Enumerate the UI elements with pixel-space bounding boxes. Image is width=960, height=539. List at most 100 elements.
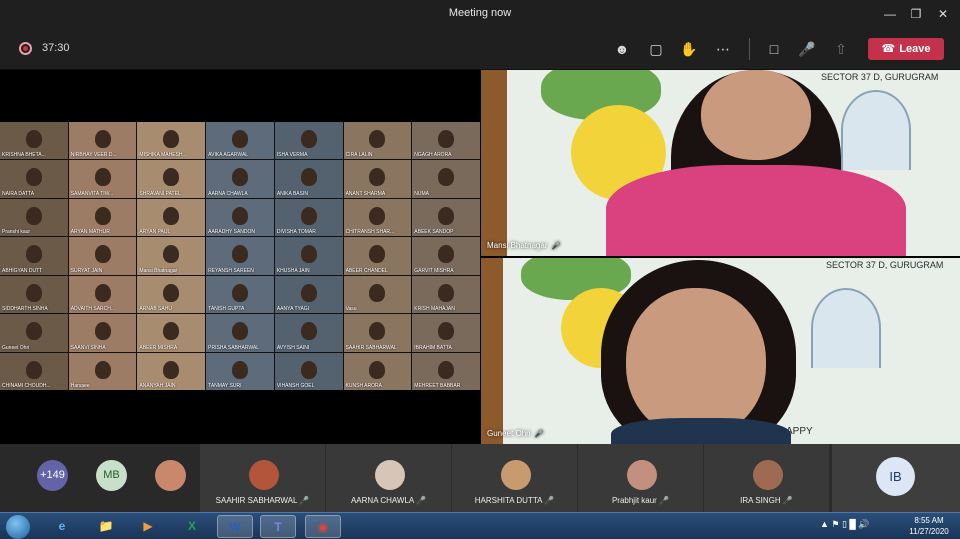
- gallery-tile: Vasu: [343, 275, 412, 314]
- participant-head: [94, 360, 111, 379]
- gallery-tile-name: REYANSH SAREEN: [208, 267, 254, 274]
- share-screen-icon[interactable]: ⇧: [832, 40, 850, 58]
- excel-icon[interactable]: X: [174, 515, 210, 538]
- participant-head: [25, 206, 42, 225]
- minimize-icon[interactable]: —: [882, 6, 898, 22]
- participant-head: [438, 283, 455, 302]
- gallery-tile: ABHIGYAN DUTT: [0, 237, 68, 275]
- participant-head: [369, 130, 386, 148]
- participant-head: [25, 130, 42, 148]
- gallery-tile: SAMANVITA TIW...: [68, 160, 137, 198]
- participant-head: [438, 206, 455, 225]
- gallery-tile-name: ABEER MISHRA: [139, 344, 178, 351]
- gallery-tile-name: ADVAITH SARCH...: [70, 306, 116, 313]
- dome-art: [811, 288, 881, 368]
- participant-head: [438, 245, 455, 264]
- participant-head: [94, 245, 111, 264]
- gallery-tile: MEHREET BABBAR: [412, 352, 480, 390]
- participant-overflow-area: +149 MB: [0, 444, 200, 512]
- participant-card[interactable]: HARSHITA DUTTA 🎤: [452, 444, 578, 512]
- participant-head: [94, 283, 111, 302]
- gallery-tile-name: SHRAVANI PATEL: [139, 190, 181, 197]
- tree-trunk: [481, 258, 503, 444]
- gallery-tile-name: KRISHNA BHETA...: [2, 152, 46, 159]
- gallery-tile-name: ABEER CHANDEL: [345, 267, 388, 274]
- gallery-tile: MISHIKA MAHESH...: [137, 122, 206, 160]
- avatar: [501, 460, 531, 490]
- chrome-icon[interactable]: ◉: [305, 515, 341, 538]
- participant-card[interactable]: Prabhjit kaur 🎤: [578, 444, 704, 512]
- video-tile-bottom[interactable]: SECTOR 37 D, GURUGRAM APPY Guneet Ohri 🎤: [481, 258, 960, 444]
- participant-head: [369, 322, 386, 341]
- mic-off-icon[interactable]: 🎤: [798, 40, 816, 58]
- window-title: Meeting now: [448, 7, 512, 19]
- leave-label: Leave: [899, 43, 931, 55]
- gallery-tile: ARYAN MATHUR: [68, 198, 137, 237]
- gallery-tile-name: PRISHA SABHARWAL: [208, 344, 259, 351]
- participant-head: [163, 168, 180, 187]
- toolbar-divider: [749, 38, 750, 60]
- recording-icon: [19, 42, 32, 55]
- mic-muted-icon: 🎤: [534, 431, 544, 438]
- participant-head: [25, 283, 42, 302]
- gallery-tile-name: MEHREET BABBAR: [414, 382, 461, 389]
- participant-head: [163, 283, 180, 302]
- participant-head: [163, 322, 180, 341]
- gallery-tile: GARVIT MISHRA: [412, 237, 480, 275]
- restore-icon[interactable]: ❐: [908, 6, 924, 22]
- media-player-icon[interactable]: ▶: [130, 515, 166, 538]
- participant-card[interactable]: AARNA CHAWLA 🎤: [326, 444, 452, 512]
- gallery-tile: Guneet Ohri: [0, 314, 68, 352]
- gallery-tile-name: VIHANSH GOEL: [276, 382, 315, 389]
- gallery-tile: AVYISH SAINI: [274, 314, 343, 352]
- dome-art: [841, 90, 911, 170]
- start-button[interactable]: [6, 515, 30, 539]
- gallery-tile-name: AARNA CHAWLA: [208, 190, 248, 197]
- participant-avatar[interactable]: MB: [96, 460, 127, 491]
- chat-icon[interactable]: ▢: [647, 40, 665, 58]
- more-actions-icon[interactable]: ⋯: [714, 40, 732, 58]
- gallery-tile: SHRAVANI PATEL: [137, 160, 206, 198]
- gallery-tile: SAANVI SINHA: [68, 314, 137, 352]
- participant-name: Prabhjit kaur 🎤: [611, 496, 670, 505]
- participant-card[interactable]: IRA SINGH 🎤: [704, 444, 830, 512]
- location-caption: SECTOR 37 D, GURUGRAM: [826, 260, 944, 270]
- close-icon[interactable]: ✕: [935, 6, 951, 22]
- video-tile-top[interactable]: SECTOR 37 D, GURUGRAM Mansi Bhatnagar 🎤: [481, 70, 960, 256]
- internet-explorer-icon[interactable]: e: [44, 515, 80, 538]
- gallery-tile: ADVAITH SARCH...: [68, 275, 137, 314]
- overflow-count-button[interactable]: +149: [37, 460, 68, 491]
- gallery-tile-name: KHUSHA JAIN: [276, 267, 310, 274]
- self-view-tile[interactable]: IB: [832, 444, 960, 512]
- participant-name: HARSHITA DUTTA 🎤: [474, 496, 555, 505]
- system-tray[interactable]: ▲ ⚑ ▯ █ 🔊: [820, 519, 870, 530]
- gallery-tile: Mansi Bhatnagar: [137, 237, 206, 275]
- gallery-tile-name: ABEEK SANDOP: [414, 229, 454, 236]
- leave-button[interactable]: ☎ Leave: [868, 38, 944, 60]
- mic-muted-icon: 🎤: [416, 496, 427, 505]
- participant-head: [231, 206, 248, 225]
- participant-avatar-photo[interactable]: [155, 460, 186, 491]
- gallery-tile-name: ARNAB SAHU: [139, 306, 172, 313]
- gallery-grid: KRISHNA BHETA... NIRBHAY VEER D... MISHIKA…: [0, 122, 480, 390]
- file-explorer-icon[interactable]: 📁: [88, 515, 124, 538]
- taskbar-clock[interactable]: 8:55 AM 11/27/2020: [903, 515, 955, 537]
- gallery-tile: ANANYAH JAIN: [137, 352, 206, 390]
- teams-icon[interactable]: T: [260, 515, 296, 538]
- self-avatar: IB: [876, 457, 915, 496]
- participants-icon[interactable]: ☻: [613, 40, 631, 58]
- shared-screen: KRISHNA BHETA... NIRBHAY VEER D... MISHIKA…: [0, 122, 480, 460]
- participant-head: [25, 245, 42, 264]
- gallery-tile: REYANSH SAREEN: [206, 237, 274, 275]
- clock-time: 8:55 AM: [914, 516, 944, 525]
- word-icon[interactable]: W: [217, 515, 253, 538]
- gallery-tile: DIVISHA TOMAR: [274, 198, 343, 237]
- gallery-tile-name: ARYAN PAUL: [139, 229, 171, 236]
- gallery-tile: AARNA CHAWLA: [206, 160, 274, 198]
- camera-off-icon[interactable]: □: [765, 40, 783, 58]
- raise-hand-icon[interactable]: ✋: [680, 40, 698, 58]
- gallery-tile: TANMAY SURI: [206, 352, 274, 390]
- participant-nametag: Guneet Ohri 🎤: [487, 429, 544, 438]
- participant-head: [25, 360, 42, 379]
- participant-card[interactable]: SAAHIR SABHARWAL 🎤: [200, 444, 326, 512]
